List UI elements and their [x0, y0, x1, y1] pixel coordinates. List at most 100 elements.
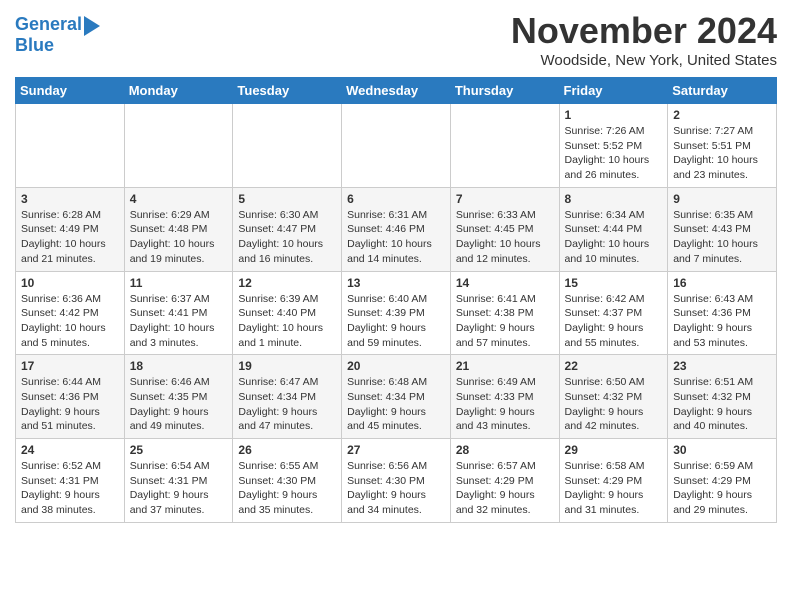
day-number: 9 [673, 192, 771, 206]
calendar-cell: 10 Sunrise: 6:36 AM Sunset: 4:42 PM Dayli… [16, 271, 125, 355]
day-number: 14 [456, 276, 554, 290]
day-info: Sunrise: 6:49 AM Sunset: 4:33 PM Dayligh… [456, 375, 554, 434]
day-number: 1 [565, 108, 663, 122]
weekday-header-sunday: Sunday [16, 78, 125, 104]
day-number: 2 [673, 108, 771, 122]
calendar-week-3: 10 Sunrise: 6:36 AM Sunset: 4:42 PM Dayli… [16, 271, 777, 355]
calendar-cell: 16 Sunrise: 6:43 AM Sunset: 4:36 PM Dayli… [668, 271, 777, 355]
calendar-cell: 29 Sunrise: 6:58 AM Sunset: 4:29 PM Dayli… [559, 439, 668, 523]
calendar-cell: 4 Sunrise: 6:29 AM Sunset: 4:48 PM Daylig… [124, 187, 233, 271]
weekday-header-thursday: Thursday [450, 78, 559, 104]
day-number: 11 [130, 276, 228, 290]
day-info: Sunrise: 6:34 AM Sunset: 4:44 PM Dayligh… [565, 208, 663, 267]
day-number: 4 [130, 192, 228, 206]
day-number: 29 [565, 443, 663, 457]
day-info: Sunrise: 6:48 AM Sunset: 4:34 PM Dayligh… [347, 375, 445, 434]
day-info: Sunrise: 6:44 AM Sunset: 4:36 PM Dayligh… [21, 375, 119, 434]
calendar-cell: 15 Sunrise: 6:42 AM Sunset: 4:37 PM Dayli… [559, 271, 668, 355]
day-number: 3 [21, 192, 119, 206]
day-number: 24 [21, 443, 119, 457]
day-info: Sunrise: 6:50 AM Sunset: 4:32 PM Dayligh… [565, 375, 663, 434]
day-number: 13 [347, 276, 445, 290]
day-number: 7 [456, 192, 554, 206]
logo-blue-text: Blue [15, 36, 54, 56]
day-info: Sunrise: 6:37 AM Sunset: 4:41 PM Dayligh… [130, 292, 228, 351]
calendar-cell: 14 Sunrise: 6:41 AM Sunset: 4:38 PM Dayli… [450, 271, 559, 355]
day-number: 10 [21, 276, 119, 290]
weekday-header-friday: Friday [559, 78, 668, 104]
weekday-header-wednesday: Wednesday [342, 78, 451, 104]
location-subtitle: Woodside, New York, United States [511, 52, 777, 69]
calendar-cell: 17Sunrise: 6:44 AM Sunset: 4:36 PM Dayli… [16, 355, 125, 439]
day-number: 5 [238, 192, 336, 206]
calendar-cell: 3 Sunrise: 6:28 AM Sunset: 4:49 PM Daylig… [16, 187, 125, 271]
day-info: Sunrise: 6:31 AM Sunset: 4:46 PM Dayligh… [347, 208, 445, 267]
day-info: Sunrise: 6:58 AM Sunset: 4:29 PM Dayligh… [565, 459, 663, 518]
calendar-cell: 12 Sunrise: 6:39 AM Sunset: 4:40 PM Dayli… [233, 271, 342, 355]
calendar-week-1: 1 Sunrise: 7:26 AM Sunset: 5:52 PM Daylig… [16, 104, 777, 188]
day-info: Sunrise: 6:36 AM Sunset: 4:42 PM Dayligh… [21, 292, 119, 351]
calendar-cell: 7 Sunrise: 6:33 AM Sunset: 4:45 PM Daylig… [450, 187, 559, 271]
calendar-cell [342, 104, 451, 188]
page-header: General Blue November 2024 Woodside, New… [15, 10, 777, 69]
day-info: Sunrise: 6:42 AM Sunset: 4:37 PM Dayligh… [565, 292, 663, 351]
calendar-cell: 24 Sunrise: 6:52 AM Sunset: 4:31 PM Dayli… [16, 439, 125, 523]
calendar-cell: 11 Sunrise: 6:37 AM Sunset: 4:41 PM Dayli… [124, 271, 233, 355]
calendar-cell [124, 104, 233, 188]
logo-arrow-icon [84, 16, 100, 36]
day-number: 12 [238, 276, 336, 290]
calendar-cell: 23 Sunrise: 6:51 AM Sunset: 4:32 PM Dayli… [668, 355, 777, 439]
calendar-cell: 6 Sunrise: 6:31 AM Sunset: 4:46 PM Daylig… [342, 187, 451, 271]
month-title: November 2024 [511, 10, 777, 52]
day-info: Sunrise: 6:39 AM Sunset: 4:40 PM Dayligh… [238, 292, 336, 351]
calendar-week-5: 24 Sunrise: 6:52 AM Sunset: 4:31 PM Dayli… [16, 439, 777, 523]
weekday-header-row: SundayMondayTuesdayWednesdayThursdayFrid… [16, 78, 777, 104]
day-info: Sunrise: 6:41 AM Sunset: 4:38 PM Dayligh… [456, 292, 554, 351]
calendar-cell: 2 Sunrise: 7:27 AM Sunset: 5:51 PM Daylig… [668, 104, 777, 188]
calendar-cell: 25 Sunrise: 6:54 AM Sunset: 4:31 PM Dayli… [124, 439, 233, 523]
calendar-week-4: 17Sunrise: 6:44 AM Sunset: 4:36 PM Dayli… [16, 355, 777, 439]
day-number: 23 [673, 359, 771, 373]
day-info: Sunrise: 6:57 AM Sunset: 4:29 PM Dayligh… [456, 459, 554, 518]
day-info: Sunrise: 6:33 AM Sunset: 4:45 PM Dayligh… [456, 208, 554, 267]
calendar-cell: 22 Sunrise: 6:50 AM Sunset: 4:32 PM Dayli… [559, 355, 668, 439]
day-number: 20 [347, 359, 445, 373]
day-number: 25 [130, 443, 228, 457]
day-info: Sunrise: 6:46 AM Sunset: 4:35 PM Dayligh… [130, 375, 228, 434]
day-number: 6 [347, 192, 445, 206]
day-info: Sunrise: 6:52 AM Sunset: 4:31 PM Dayligh… [21, 459, 119, 518]
day-number: 21 [456, 359, 554, 373]
day-info: Sunrise: 6:28 AM Sunset: 4:49 PM Dayligh… [21, 208, 119, 267]
calendar-cell: 1 Sunrise: 7:26 AM Sunset: 5:52 PM Daylig… [559, 104, 668, 188]
calendar-cell [16, 104, 125, 188]
calendar-cell: 26 Sunrise: 6:55 AM Sunset: 4:30 PM Dayli… [233, 439, 342, 523]
calendar-cell: 19Sunrise: 6:47 AM Sunset: 4:34 PM Dayli… [233, 355, 342, 439]
day-info: Sunrise: 6:51 AM Sunset: 4:32 PM Dayligh… [673, 375, 771, 434]
title-block: November 2024 Woodside, New York, United… [511, 10, 777, 69]
day-number: 22 [565, 359, 663, 373]
day-info: Sunrise: 7:27 AM Sunset: 5:51 PM Dayligh… [673, 124, 771, 183]
day-number: 28 [456, 443, 554, 457]
day-number: 30 [673, 443, 771, 457]
calendar-week-2: 3 Sunrise: 6:28 AM Sunset: 4:49 PM Daylig… [16, 187, 777, 271]
day-info: Sunrise: 7:26 AM Sunset: 5:52 PM Dayligh… [565, 124, 663, 183]
day-info: Sunrise: 6:56 AM Sunset: 4:30 PM Dayligh… [347, 459, 445, 518]
day-info: Sunrise: 6:43 AM Sunset: 4:36 PM Dayligh… [673, 292, 771, 351]
calendar-cell: 9Sunrise: 6:35 AM Sunset: 4:43 PM Daylig… [668, 187, 777, 271]
day-number: 19 [238, 359, 336, 373]
day-number: 26 [238, 443, 336, 457]
weekday-header-saturday: Saturday [668, 78, 777, 104]
day-info: Sunrise: 6:59 AM Sunset: 4:29 PM Dayligh… [673, 459, 771, 518]
day-info: Sunrise: 6:55 AM Sunset: 4:30 PM Dayligh… [238, 459, 336, 518]
calendar-cell: 28 Sunrise: 6:57 AM Sunset: 4:29 PM Dayli… [450, 439, 559, 523]
day-number: 15 [565, 276, 663, 290]
day-info: Sunrise: 6:29 AM Sunset: 4:48 PM Dayligh… [130, 208, 228, 267]
weekday-header-tuesday: Tuesday [233, 78, 342, 104]
calendar-cell: 30 Sunrise: 6:59 AM Sunset: 4:29 PM Dayli… [668, 439, 777, 523]
day-number: 18 [130, 359, 228, 373]
calendar-cell: 21 Sunrise: 6:49 AM Sunset: 4:33 PM Dayli… [450, 355, 559, 439]
day-number: 16 [673, 276, 771, 290]
day-number: 27 [347, 443, 445, 457]
day-number: 8 [565, 192, 663, 206]
day-info: Sunrise: 6:54 AM Sunset: 4:31 PM Dayligh… [130, 459, 228, 518]
